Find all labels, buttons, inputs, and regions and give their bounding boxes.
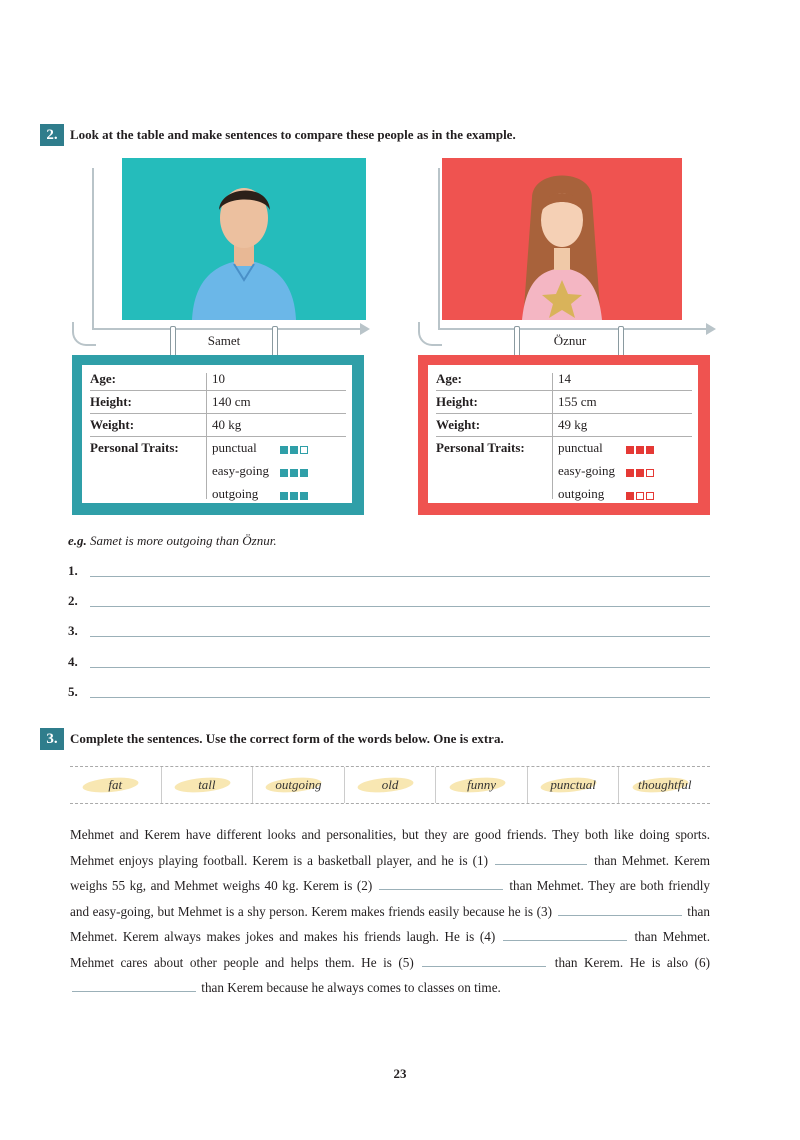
height-label: Height: <box>90 394 132 409</box>
trait-level-easy-going <box>280 469 308 477</box>
filled-level-square <box>636 469 644 477</box>
traits-label: Personal Traits: <box>90 440 179 455</box>
empty-level-square <box>646 492 654 500</box>
trait-outgoing: outgoing <box>212 486 259 501</box>
answer-line-2[interactable]: 2. <box>68 593 710 611</box>
word-fat: fat <box>70 767 161 803</box>
age-label: Age: <box>436 371 462 386</box>
answer-number: 3. <box>68 623 78 638</box>
height-value: 140 cm <box>212 394 251 409</box>
trait-outgoing: outgoing <box>558 486 605 501</box>
trait-level-easy-going <box>626 469 654 477</box>
info-table: Age: 10 Height: 140 cm Weight: 40 kg Person… <box>82 365 352 503</box>
word-outgoing: outgoing <box>252 767 344 803</box>
traits-label: Personal Traits: <box>436 440 525 455</box>
empty-level-square <box>646 469 654 477</box>
answer-line-4[interactable]: 4. <box>68 654 710 672</box>
filled-level-square <box>280 446 288 454</box>
filled-level-square <box>300 492 308 500</box>
person-name: Samet <box>207 333 241 348</box>
filled-level-square <box>290 492 298 500</box>
answer-line-3[interactable]: 3. <box>68 623 710 641</box>
profile-card-oznur: Öznur Age: 14 Height: 155 cm Weight: 49 kg … <box>418 158 718 518</box>
trait-punctual: punctual <box>212 440 257 455</box>
exercise-number: 3. <box>40 728 64 750</box>
samet-photo <box>122 158 366 320</box>
weight-label: Weight: <box>436 417 481 432</box>
trait-level-outgoing <box>280 492 308 500</box>
example-prefix: e.g. <box>68 533 87 548</box>
info-table: Age: 14 Height: 155 cm Weight: 49 kg Person… <box>428 365 698 503</box>
weight-value: 40 kg <box>212 417 242 432</box>
answer-number: 4. <box>68 654 78 669</box>
word-bank: fat tall outgoing old funny punctual tho… <box>70 766 710 804</box>
answer-number: 5. <box>68 684 78 699</box>
exercise-instruction: Look at the table and make sentences to … <box>70 127 516 142</box>
example-sentence: e.g. Samet is more outgoing than Öznur. <box>68 533 277 549</box>
empty-level-square <box>300 446 308 454</box>
trait-easy-going: easy-going <box>558 463 616 478</box>
blank-5[interactable] <box>422 956 547 967</box>
age-value: 10 <box>212 371 225 386</box>
filled-level-square <box>280 469 288 477</box>
answer-number: 1. <box>68 563 78 578</box>
example-text: Samet is more outgoing than Öznur. <box>90 533 277 548</box>
blank-3[interactable] <box>557 905 682 916</box>
answer-line-5[interactable]: 5. <box>68 684 710 702</box>
filled-level-square <box>290 446 298 454</box>
filled-level-square <box>626 446 634 454</box>
info-table-frame: Age: 14 Height: 155 cm Weight: 49 kg Person… <box>418 355 710 515</box>
exercise-number: 2. <box>40 124 64 146</box>
oznur-photo <box>442 158 682 320</box>
filled-level-square <box>646 446 654 454</box>
trait-easy-going: easy-going <box>212 463 270 478</box>
height-label: Height: <box>436 394 478 409</box>
word-thoughtful: thoughtful <box>618 767 710 803</box>
filled-level-square <box>626 469 634 477</box>
trait-level-punctual <box>626 446 654 454</box>
answer-line-1[interactable]: 1. <box>68 563 710 581</box>
age-label: Age: <box>90 371 116 386</box>
blank-1[interactable] <box>495 854 588 865</box>
word-old: old <box>343 767 436 803</box>
filled-level-square <box>280 492 288 500</box>
blank-4[interactable] <box>502 930 627 941</box>
trait-punctual: punctual <box>558 440 603 455</box>
empty-level-square <box>636 492 644 500</box>
trait-level-outgoing <box>626 492 654 500</box>
exercise-3-header: 3. Complete the sentences. Use the corre… <box>40 728 504 750</box>
trait-level-punctual <box>280 446 308 454</box>
answer-number: 2. <box>68 593 78 608</box>
page-number: 23 <box>393 1066 407 1081</box>
exercise-2-header: 2. Look at the table and make sentences … <box>40 124 516 146</box>
filled-level-square <box>626 492 634 500</box>
info-table-frame: Age: 10 Height: 140 cm Weight: 40 kg Person… <box>72 355 364 515</box>
filled-level-square <box>290 469 298 477</box>
weight-label: Weight: <box>90 417 135 432</box>
filled-level-square <box>300 469 308 477</box>
word-punctual: punctual <box>526 767 619 803</box>
profile-card-samet: Samet Age: 10 Height: 140 cm Weight: 40 kg … <box>72 158 372 518</box>
weight-value: 49 kg <box>558 417 588 432</box>
height-value: 155 cm <box>558 394 597 409</box>
cloze-paragraph: Mehmet and Kerem have different looks an… <box>70 827 711 995</box>
word-tall: tall <box>160 767 253 803</box>
filled-level-square <box>636 446 644 454</box>
age-value: 14 <box>558 371 571 386</box>
blank-2[interactable] <box>378 879 503 890</box>
word-funny: funny <box>435 767 527 803</box>
person-name: Öznur <box>553 333 587 348</box>
blank-6[interactable] <box>72 981 196 992</box>
exercise-instruction: Complete the sentences. Use the correct … <box>70 731 504 746</box>
